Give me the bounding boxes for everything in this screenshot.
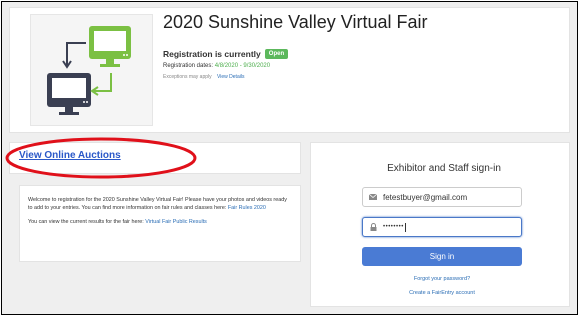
- registration-dates: Registration dates: 4/8/2020 - 9/30/2020: [163, 63, 270, 69]
- text-caret: [404, 222, 406, 232]
- envelope-icon: [363, 194, 383, 200]
- sign-in-button[interactable]: Sign in: [362, 247, 522, 266]
- results-text: You can view the current results for the…: [28, 219, 146, 226]
- create-account-link[interactable]: Create a FairEntry account: [344, 290, 540, 296]
- welcome-paragraph: Welcome to registration for the 2020 Sun…: [28, 196, 292, 212]
- password-field[interactable]: ••••••••: [362, 217, 522, 237]
- exceptions-line: Exceptions may apply View Details: [163, 74, 244, 80]
- fair-rules-link[interactable]: Fair Rules 2020: [228, 205, 266, 211]
- registration-label: Registration is currently: [163, 49, 261, 59]
- view-details-link[interactable]: View Details: [217, 74, 244, 80]
- lock-icon: [363, 223, 383, 231]
- results-paragraph: You can view the current results for the…: [28, 218, 292, 226]
- dates-range: 4/8/2020 - 9/30/2020: [214, 63, 271, 69]
- password-value: ••••••••: [383, 224, 404, 230]
- forgot-password-link[interactable]: Forgot your password?: [344, 276, 540, 282]
- welcome-panel: Welcome to registration for the 2020 Sun…: [19, 185, 301, 262]
- page-title: 2020 Sunshine Valley Virtual Fair: [163, 12, 428, 32]
- registration-status: Registration is currently Open: [163, 49, 289, 59]
- highlight-ellipse: [5, 137, 197, 179]
- public-results-link[interactable]: Virtual Fair Public Results: [145, 219, 207, 225]
- email-field[interactable]: fetestbuyer@gmail.com: [362, 187, 522, 207]
- signin-title: Exhibitor and Staff sign-in: [387, 163, 501, 174]
- email-value: fetestbuyer@gmail.com: [383, 192, 468, 202]
- fair-logo: [30, 14, 153, 126]
- computers-sync-icon: [47, 26, 131, 115]
- status-badge: Open: [264, 49, 289, 59]
- dates-label: Registration dates:: [163, 63, 214, 69]
- exceptions-text: Exceptions may apply: [163, 74, 212, 80]
